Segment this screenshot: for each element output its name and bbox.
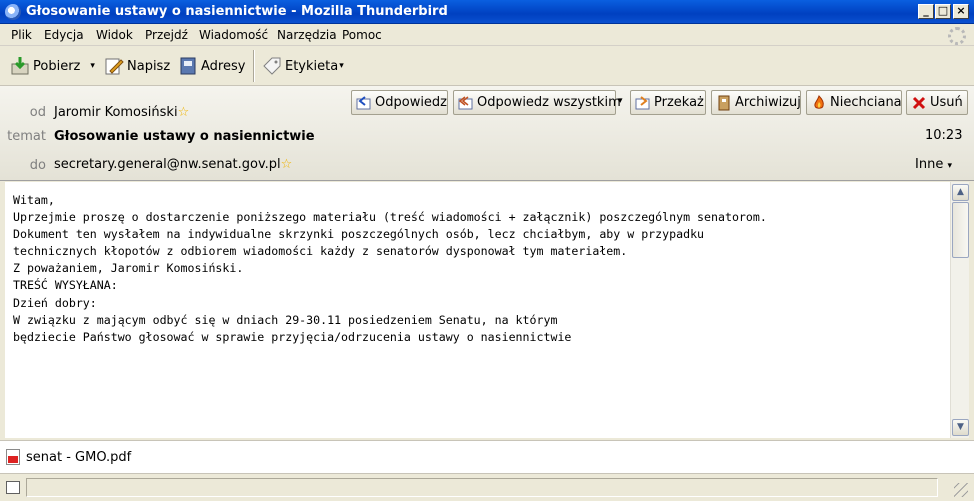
toolbar-separator: [253, 50, 255, 82]
archive-icon: [716, 95, 732, 111]
body-scrollbar[interactable]: ▲ ▼: [950, 182, 969, 438]
body-line: Uprzejmie proszę o dostarczenie poniższe…: [13, 210, 767, 225]
activity-throbber-icon: [948, 27, 966, 45]
write-button[interactable]: Napisz: [104, 54, 170, 78]
menu-go[interactable]: Przejdź: [145, 28, 188, 42]
reply-all-icon: [458, 95, 474, 111]
reply-all-label: Odpowiedz wszystkim: [477, 95, 621, 110]
reply-label: Odpowiedz: [375, 95, 448, 110]
menu-message[interactable]: Wiadomość: [199, 28, 268, 42]
menu-edit[interactable]: Edycja: [44, 28, 84, 42]
resize-grip-icon[interactable]: [954, 483, 968, 497]
scroll-up-icon[interactable]: ▲: [952, 184, 969, 201]
get-mail-icon: [10, 56, 30, 76]
menu-view[interactable]: Widok: [96, 28, 133, 42]
reply-all-dropdown-icon[interactable]: ▾: [618, 96, 623, 106]
forward-icon: [635, 95, 651, 111]
status-text-field: [26, 478, 938, 497]
title-bar: Głosowanie ustawy o nasiennictwie - Mozi…: [0, 0, 974, 24]
pdf-file-icon: [6, 449, 20, 465]
from-label: od: [29, 105, 46, 120]
tag-dropdown-icon: ▾: [339, 61, 344, 71]
main-toolbar: Pobierz ▾ Napisz Adresy Etykieta ▾: [0, 46, 974, 86]
scroll-thumb[interactable]: [952, 202, 969, 258]
scroll-down-icon[interactable]: ▼: [952, 419, 969, 436]
delete-icon: [911, 95, 927, 111]
tag-button[interactable]: Etykieta ▾: [262, 54, 344, 78]
maximize-button[interactable]: □: [935, 4, 951, 19]
message-time: 10:23: [925, 128, 963, 143]
menu-file[interactable]: Plik: [11, 28, 32, 42]
get-mail-label: Pobierz: [33, 58, 81, 74]
archive-label: Archiwizuj: [735, 95, 801, 110]
menu-help[interactable]: Pomoc: [342, 28, 382, 42]
menu-bar: Plik Edycja Widok Przejdź Wiadomość Narz…: [0, 24, 974, 46]
body-line: technicznych kłopotów z odbiorem wiadomo…: [13, 244, 628, 259]
window-title: Głosowanie ustawy o nasiennictwie - Mozi…: [26, 4, 448, 19]
thunderbird-icon: [5, 4, 21, 20]
body-line: TREŚĆ WYSYŁANA:: [13, 278, 118, 293]
minimize-button[interactable]: _: [918, 4, 934, 19]
reply-button[interactable]: Odpowiedz: [351, 90, 448, 115]
body-line: będziecie Państwo głosować w sprawie prz…: [13, 329, 572, 344]
status-bar: [0, 475, 974, 501]
body-line: Dzień dobry:: [13, 295, 97, 310]
star-icon[interactable]: ☆: [281, 157, 293, 172]
attachment-item[interactable]: senat - GMO.pdf: [6, 449, 131, 465]
sender-name: Jaromir Komosiński: [54, 105, 178, 120]
attachment-name: senat - GMO.pdf: [26, 449, 132, 465]
write-label: Napisz: [127, 58, 171, 74]
flame-icon: [811, 94, 827, 111]
junk-label: Niechciana: [830, 95, 902, 110]
junk-button[interactable]: Niechciana: [806, 90, 902, 115]
address-book-label: Adresy: [201, 58, 246, 74]
body-line: W związku z mającym odbyć się w dniach 2…: [13, 312, 558, 327]
message-header: od Jaromir Komosiński☆ temat Głosowanie …: [0, 86, 974, 181]
menu-tools[interactable]: Narzędzia: [277, 28, 337, 42]
close-window-button[interactable]: ×: [953, 4, 969, 19]
star-icon[interactable]: ☆: [178, 105, 190, 120]
offline-status-icon[interactable]: [6, 481, 20, 494]
chevron-down-icon: ▾: [947, 161, 952, 171]
archive-button[interactable]: Archiwizuj: [711, 90, 801, 115]
tag-label: Etykieta: [285, 58, 339, 74]
address-book-button[interactable]: Adresy: [178, 54, 245, 78]
to-label: do: [29, 158, 46, 173]
delete-button[interactable]: Usuń: [906, 90, 968, 115]
subject-value: Głosowanie ustawy o nasiennictwie: [54, 129, 315, 144]
write-icon: [104, 56, 124, 76]
forward-label: Przekaż: [654, 95, 704, 110]
address-book-icon: [178, 56, 198, 76]
from-value[interactable]: Jaromir Komosiński☆: [54, 105, 189, 120]
message-body[interactable]: Witam, Uprzejmie proszę o dostarczenie p…: [5, 182, 950, 438]
subject-label: temat: [7, 129, 46, 144]
other-actions-button[interactable]: Inne ▾: [915, 157, 952, 172]
tag-icon: [262, 56, 282, 76]
reply-icon: [356, 95, 372, 111]
other-actions-label: Inne: [915, 157, 944, 172]
get-mail-button[interactable]: Pobierz ▾: [10, 54, 95, 78]
recipient-address: secretary.general@nw.senat.gov.pl: [54, 157, 281, 172]
reply-all-button[interactable]: Odpowiedz wszystkim: [453, 90, 621, 115]
get-mail-dropdown-icon[interactable]: ▾: [90, 61, 95, 71]
delete-label: Usuń: [930, 95, 963, 110]
body-line: Z poważaniem, Jaromir Komosiński.: [13, 261, 244, 276]
to-value[interactable]: secretary.general@nw.senat.gov.pl☆: [54, 157, 292, 172]
body-line: Witam,: [13, 193, 55, 207]
forward-button[interactable]: Przekaż: [630, 90, 706, 115]
body-line: Dokument ten wysłałem na indywidualne sk…: [13, 227, 705, 242]
attachment-pane: senat - GMO.pdf: [0, 440, 974, 474]
